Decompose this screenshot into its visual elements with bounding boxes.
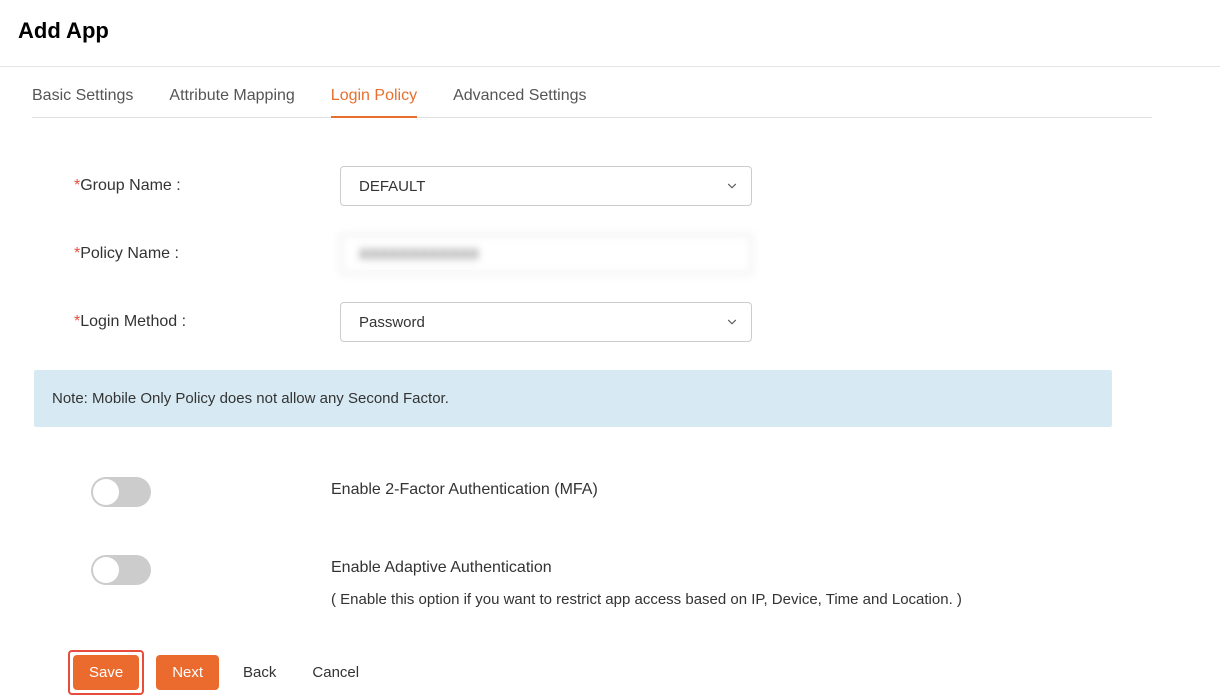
cancel-button[interactable]: Cancel (300, 655, 371, 690)
back-button[interactable]: Back (231, 655, 288, 690)
group-name-label: *Group Name : (74, 177, 340, 195)
adaptive-label-area: Enable Adaptive Authentication ( Enable … (331, 555, 962, 608)
policy-name-input[interactable] (340, 234, 752, 274)
policy-name-label: *Policy Name : (74, 245, 340, 263)
save-button[interactable]: Save (73, 655, 139, 690)
login-method-row: *Login Method : Password (74, 302, 1112, 342)
form-area: *Group Name : DEFAULT *Policy Name : *Lo… (74, 118, 1112, 695)
note-box: Note: Mobile Only Policy does not allow … (34, 370, 1112, 427)
policy-name-row: *Policy Name : (74, 234, 1112, 274)
adaptive-sublabel: ( Enable this option if you want to rest… (331, 591, 962, 608)
toggle-knob (93, 557, 119, 583)
mfa-label: Enable 2-Factor Authentication (MFA) (331, 481, 598, 499)
tab-bar: Basic Settings Attribute Mapping Login P… (32, 67, 1152, 118)
tab-login-policy[interactable]: Login Policy (331, 87, 417, 117)
group-name-select[interactable]: DEFAULT (340, 166, 752, 206)
login-method-control: Password (340, 302, 752, 342)
mfa-toggle[interactable] (91, 477, 151, 507)
policy-name-control (340, 234, 752, 274)
mfa-label-area: Enable 2-Factor Authentication (MFA) (331, 477, 598, 513)
mfa-toggle-row: Enable 2-Factor Authentication (MFA) (74, 477, 1112, 513)
adaptive-label: Enable Adaptive Authentication (331, 559, 962, 577)
tab-basic-settings[interactable]: Basic Settings (32, 87, 133, 117)
group-name-row: *Group Name : DEFAULT (74, 166, 1112, 206)
adaptive-toggle[interactable] (91, 555, 151, 585)
group-name-control: DEFAULT (340, 166, 752, 206)
page-header: Add App (0, 0, 1220, 67)
adaptive-toggle-row: Enable Adaptive Authentication ( Enable … (74, 555, 1112, 608)
login-method-select[interactable]: Password (340, 302, 752, 342)
page-title: Add App (18, 18, 1202, 44)
button-row: Save Next Back Cancel (68, 650, 1112, 695)
login-method-label: *Login Method : (74, 313, 340, 331)
save-button-highlight: Save (68, 650, 144, 695)
tab-advanced-settings[interactable]: Advanced Settings (453, 87, 586, 117)
toggle-knob (93, 479, 119, 505)
tab-attribute-mapping[interactable]: Attribute Mapping (169, 87, 294, 117)
content-area: Basic Settings Attribute Mapping Login P… (0, 67, 1220, 695)
next-button[interactable]: Next (156, 655, 219, 690)
